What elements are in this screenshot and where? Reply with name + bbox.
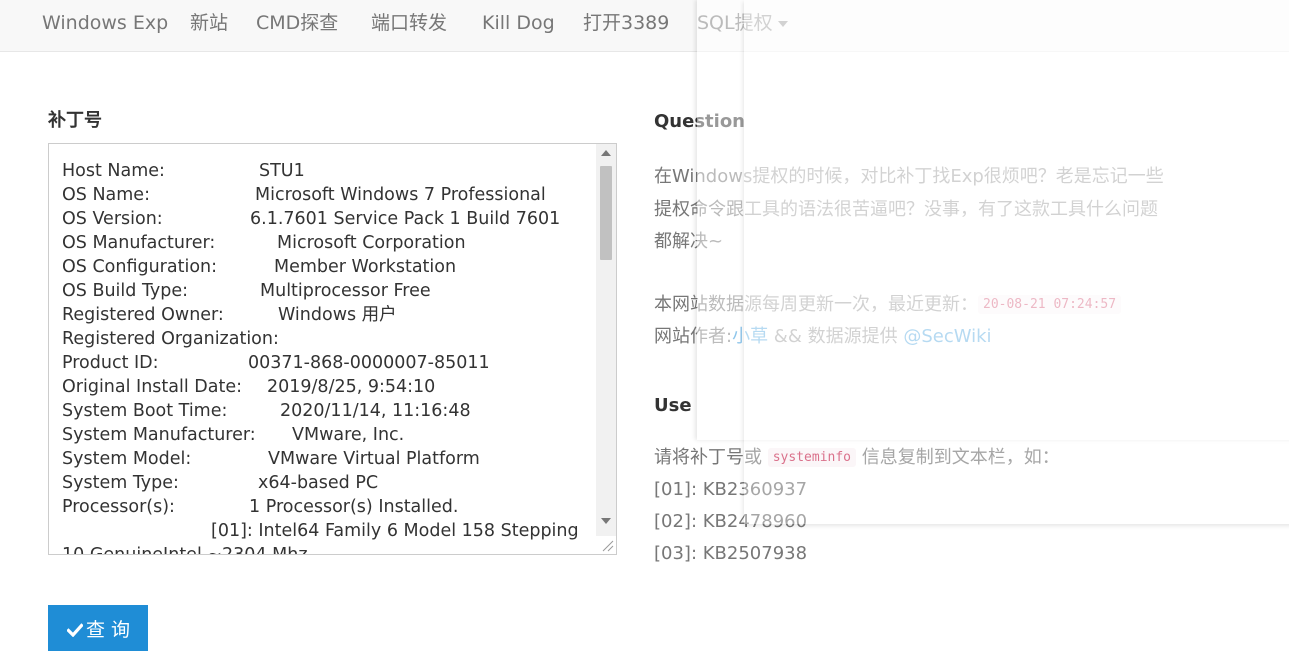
patch-title: 补丁号 bbox=[48, 110, 102, 131]
systeminfo-key: Registered Organization: bbox=[62, 329, 279, 349]
systeminfo-key: System Type: bbox=[62, 473, 179, 493]
systeminfo-key: OS Manufacturer: bbox=[62, 233, 216, 253]
systeminfo-line: [01]: Intel64 Family 6 Model 158 Steppin… bbox=[62, 519, 587, 543]
nav-windows-exp[interactable]: Windows Exp bbox=[42, 10, 168, 36]
systeminfo-line: Product ID: 00371-868-0000007-85011 bbox=[62, 351, 587, 375]
systeminfo-line: System Model: VMware Virtual Platform bbox=[62, 447, 587, 471]
systeminfo-line: 10 GenuineIntel ~2304 Mhz bbox=[62, 543, 587, 555]
top-navbar: Windows Exp 新站 CMD探查 端口转发 Kill Dog 打开338… bbox=[0, 0, 1289, 52]
systeminfo-line: Registered Owner: Windows 用户 bbox=[62, 303, 587, 327]
nav-cmd-probe[interactable]: CMD探查 bbox=[256, 10, 338, 36]
update-info: 本网站数据源每周更新一次，最近更新： 20-08-21 07:24:57 网站作者… bbox=[654, 289, 1122, 353]
update-line: 本网站数据源每周更新一次，最近更新： 20-08-21 07:24:57 bbox=[654, 289, 1122, 321]
use-text: 请将补丁号或 systeminfo 信息复制到文本栏，如： [01]: KB23… bbox=[654, 442, 1060, 570]
systeminfo-line: Host Name: STU1 bbox=[62, 159, 587, 183]
systeminfo-value: 2020/11/14, 11:16:48 bbox=[280, 401, 471, 421]
systeminfo-code: systeminfo bbox=[767, 448, 857, 467]
systeminfo-line: OS Name: Microsoft Windows 7 Professional bbox=[62, 183, 587, 207]
author-link[interactable]: 小草 bbox=[732, 326, 768, 347]
query-button[interactable]: 查 询 bbox=[48, 605, 148, 651]
check-icon bbox=[66, 623, 84, 638]
systeminfo-line: System Boot Time: 2020/11/14, 11:16:48 bbox=[62, 399, 587, 423]
systeminfo-textarea[interactable]: Host Name: STU1 OS Name: Microsoft Windows … bbox=[48, 143, 617, 555]
systeminfo-line: Processor(s): 1 Processor(s) Installed. bbox=[62, 495, 587, 519]
use-suffix: 信息复制到文本栏，如： bbox=[856, 447, 1060, 468]
systeminfo-line: OS Build Type: Multiprocessor Free bbox=[62, 279, 587, 303]
use-heading: Use bbox=[654, 395, 692, 416]
systeminfo-value: Multiprocessor Free bbox=[260, 281, 431, 301]
systeminfo-value: 6.1.7601 Service Pack 1 Build 7601 bbox=[250, 209, 561, 229]
nav-open-3389[interactable]: 打开3389 bbox=[583, 10, 669, 36]
question-heading: Question bbox=[654, 111, 745, 132]
systeminfo-line: Original Install Date: 2019/8/25, 9:54:10 bbox=[62, 375, 587, 399]
nav-sql-dropdown[interactable]: SQL提权 bbox=[697, 10, 788, 36]
author-line: 网站作者:小草 && 数据源提供 @SecWiki bbox=[654, 321, 1121, 353]
systeminfo-key: OS Configuration: bbox=[62, 257, 218, 277]
systeminfo-value: 1 Processor(s) Installed. bbox=[249, 497, 459, 517]
textarea-scrollbar[interactable] bbox=[596, 144, 616, 536]
systeminfo-key: System Boot Time: bbox=[62, 401, 228, 421]
question-line: 在Windows提权的时候，对比补丁找Exp很烦吧？老是忘记一些 bbox=[654, 166, 1164, 187]
nav-port-forward[interactable]: 端口转发 bbox=[371, 10, 447, 36]
scrollbar-thumb[interactable] bbox=[600, 166, 612, 260]
systeminfo-key: OS Build Type: bbox=[62, 281, 189, 301]
update-prefix: 本网站数据源每周更新一次，最近更新： bbox=[654, 294, 978, 315]
query-button-label: 查 询 bbox=[86, 619, 131, 641]
systeminfo-key: Product ID: bbox=[62, 353, 159, 373]
systeminfo-value: Microsoft Windows 7 Professional bbox=[255, 185, 546, 205]
secwiki-link[interactable]: @SecWiki bbox=[903, 326, 991, 347]
systeminfo-value: VMware Virtual Platform bbox=[268, 449, 480, 469]
systeminfo-key: Host Name: bbox=[62, 161, 165, 181]
systeminfo-key: OS Version: bbox=[62, 209, 163, 229]
systeminfo-line: OS Configuration: Member Workstation bbox=[62, 255, 587, 279]
systeminfo-key: System Model: bbox=[62, 449, 192, 469]
systeminfo-content[interactable]: Host Name: STU1 OS Name: Microsoft Windows … bbox=[62, 159, 587, 555]
systeminfo-value: Microsoft Corporation bbox=[277, 233, 466, 253]
caret-down-icon bbox=[777, 20, 788, 27]
systeminfo-line: OS Manufacturer: Microsoft Corporation bbox=[62, 231, 587, 255]
systeminfo-line: OS Version: 6.1.7601 Service Pack 1 Build… bbox=[62, 207, 587, 231]
systeminfo-value: STU1 bbox=[259, 161, 305, 181]
question-line: 提权命令跟工具的语法很苦逼吧？没事，有了这款工具什么问题 bbox=[654, 198, 1158, 220]
nav-sql-label: SQL提权 bbox=[697, 12, 773, 34]
nav-new-site[interactable]: 新站 bbox=[190, 10, 228, 36]
systeminfo-line: Registered Organization: bbox=[62, 327, 587, 351]
systeminfo-line: System Type: x64-based PC bbox=[62, 471, 587, 495]
question-line: 都解决~ bbox=[654, 231, 724, 252]
systeminfo-key: Processor(s): bbox=[62, 497, 175, 517]
systeminfo-value: Member Workstation bbox=[274, 257, 457, 277]
example-kb: [02]: KB2478960 bbox=[654, 511, 808, 532]
scroll-down-arrow-icon[interactable] bbox=[601, 518, 611, 524]
systeminfo-line: System Manufacturer: VMware, Inc. bbox=[62, 423, 587, 447]
author-prefix: 网站作者: bbox=[654, 326, 733, 347]
nav-kill-dog[interactable]: Kill Dog bbox=[482, 10, 555, 36]
systeminfo-value: [01]: Intel64 Family 6 Model 158 Steppin… bbox=[211, 521, 579, 541]
systeminfo-value: VMware, Inc. bbox=[292, 425, 405, 445]
use-prefix: 请将补丁号或 bbox=[654, 447, 768, 468]
systeminfo-key: System Manufacturer: bbox=[62, 425, 256, 445]
systeminfo-key: Original Install Date: bbox=[62, 377, 243, 397]
systeminfo-key: Registered Owner: bbox=[62, 305, 224, 325]
scroll-up-arrow-icon[interactable] bbox=[601, 150, 611, 156]
systeminfo-key: 10 GenuineIntel ~2304 Mhz bbox=[62, 545, 308, 555]
systeminfo-key: OS Name: bbox=[62, 185, 150, 205]
systeminfo-value: 00371-868-0000007-85011 bbox=[248, 353, 490, 373]
systeminfo-value: Windows 用户 bbox=[278, 305, 397, 325]
systeminfo-value: 2019/8/25, 9:54:10 bbox=[267, 377, 436, 397]
systeminfo-value: x64-based PC bbox=[258, 473, 379, 493]
update-timestamp: 20-08-21 07:24:57 bbox=[978, 295, 1122, 314]
resize-handle-icon[interactable] bbox=[600, 538, 614, 552]
example-kb: [03]: KB2507938 bbox=[654, 543, 808, 564]
use-instruction: 请将补丁号或 systeminfo 信息复制到文本栏，如： bbox=[654, 442, 1060, 474]
question-text: 在Windows提权的时候，对比补丁找Exp很烦吧？老是忘记一些 提权命令跟工具… bbox=[654, 161, 1164, 259]
author-mid: && 数据源提供 bbox=[768, 326, 904, 347]
example-kb: [01]: KB2360937 bbox=[654, 479, 808, 500]
